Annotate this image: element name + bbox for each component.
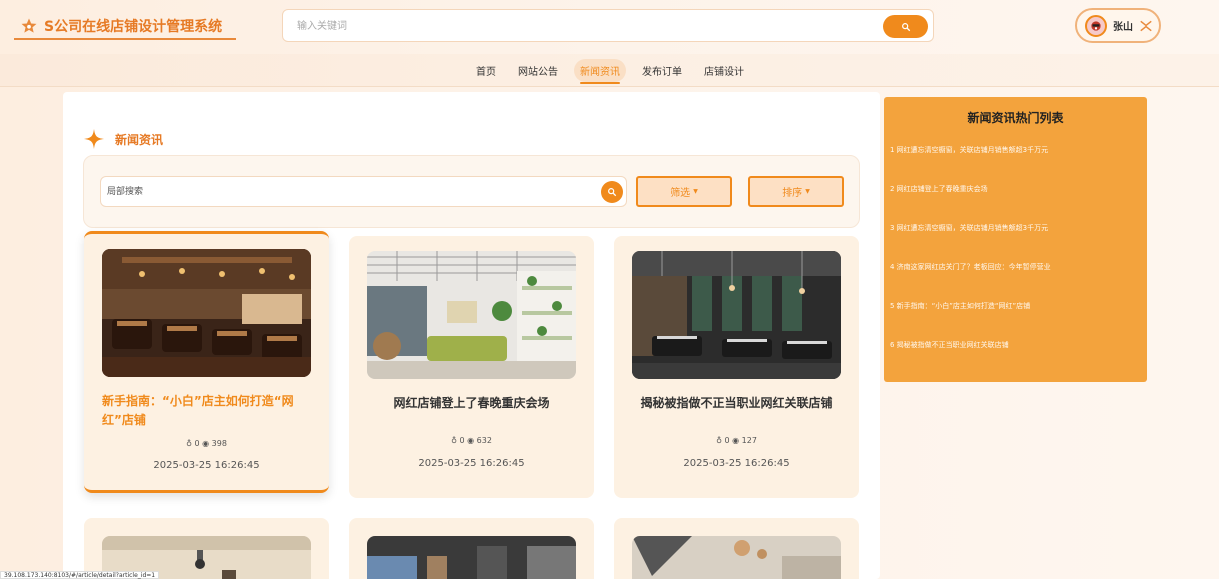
section-header: 新闻资讯 — [83, 128, 163, 150]
thumbs-up-icon[interactable]: ♁ — [716, 436, 722, 445]
nav-item-shop-design[interactable]: 店铺设计 — [698, 59, 750, 82]
hot-news-item[interactable]: 1 网红遭忘清空橱窗，关联店铺月销售额超3千万元 — [890, 145, 1048, 155]
search-icon — [901, 22, 910, 31]
global-search-button[interactable] — [883, 15, 928, 38]
hot-news-sidebar: 新闻资讯热门列表 1 网红遭忘清空橱窗，关联店铺月销售额超3千万元 2 网红店铺… — [884, 97, 1147, 382]
local-search — [100, 176, 627, 207]
filter-bar: 筛选 ▼ 排序 ▼ — [83, 155, 860, 228]
news-stats: ♁ 0 ◉ 127 — [614, 436, 859, 445]
hot-news-item[interactable]: 6 揭秘被指做不正当职业网红关联店铺 — [890, 340, 1009, 350]
hot-news-item[interactable]: 4 济南这家网红店关门了？老板回应：今年暂停营业 — [890, 262, 1051, 272]
thumbs-up-icon[interactable]: ♁ — [451, 436, 457, 445]
view-count: 398 — [211, 439, 227, 448]
news-card[interactable]: 新手指南：“小白”店主如何打造“网红”店铺 ♁ 0 ◉ 398 2025-03-… — [84, 231, 329, 493]
news-image — [367, 536, 576, 579]
sort-label: 排序 — [782, 188, 803, 199]
user-menu[interactable]: 张山 — [1075, 8, 1161, 43]
avatar — [1085, 14, 1107, 37]
header: S公司在线店铺设计管理系统 张山 — [0, 0, 1219, 54]
news-card[interactable]: 揭秘被指做不正当职业网红关联店铺 ♁ 0 ◉ 127 2025-03-25 16… — [614, 236, 859, 498]
hot-news-title: 新闻资讯热门列表 — [967, 111, 1064, 125]
news-card[interactable] — [84, 518, 329, 579]
local-search-input[interactable] — [107, 184, 587, 200]
sort-button[interactable]: 排序 ▼ — [748, 176, 844, 207]
sparkle-icon — [83, 128, 105, 150]
hot-news-item[interactable]: 5 新手指南：“小白”店主如何打造“网红”店铺 — [890, 301, 1030, 311]
search-icon — [608, 188, 617, 197]
news-card[interactable]: 网红店铺登上了春晚重庆会场 ♁ 0 ◉ 632 2025-03-25 16:26… — [349, 236, 594, 498]
hot-news-item[interactable]: 3 网红遭忘清空橱窗，关联店铺月销售额超3千万元 — [890, 223, 1048, 233]
nav-item-orders[interactable]: 发布订单 — [636, 59, 688, 82]
filter-button[interactable]: 筛选 ▼ — [636, 176, 732, 207]
news-stats: ♁ 0 ◉ 398 — [84, 439, 329, 448]
caret-down-icon: ▼ — [693, 188, 698, 195]
section-title: 新闻资讯 — [115, 132, 164, 147]
like-count: 0 — [459, 436, 465, 445]
caret-down-icon: ▼ — [805, 188, 810, 195]
nav-item-announcements[interactable]: 网站公告 — [512, 59, 564, 82]
news-image — [367, 251, 576, 379]
news-panel: 新闻资讯 筛选 ▼ 排序 ▼ — [63, 92, 880, 579]
view-count: 127 — [741, 436, 757, 445]
news-date: 2025-03-25 16:26:45 — [683, 458, 790, 469]
like-count: 0 — [724, 436, 730, 445]
site-title: S公司在线店铺设计管理系统 — [44, 19, 223, 35]
main-nav: 首页 网站公告 新闻资讯 发布订单 店铺设计 — [0, 54, 1219, 87]
news-image — [632, 536, 841, 579]
hot-news-item[interactable]: 2 网红店铺登上了春晚重庆会场 — [890, 184, 988, 194]
like-count: 0 — [194, 439, 200, 448]
collapse-icon[interactable] — [1139, 20, 1153, 32]
news-card[interactable] — [614, 518, 859, 579]
eye-icon: ◉ — [732, 436, 740, 445]
news-title[interactable]: 新手指南：“小白”店主如何打造“网红”店铺 — [102, 392, 311, 430]
nav-item-home[interactable]: 首页 — [470, 59, 502, 82]
news-image — [632, 251, 841, 379]
user-name: 张山 — [1113, 22, 1133, 33]
nav-item-news[interactable]: 新闻资讯 — [574, 59, 626, 84]
star-icon — [20, 17, 38, 35]
eye-icon: ◉ — [467, 436, 475, 445]
news-title[interactable]: 网红店铺登上了春晚重庆会场 — [367, 394, 576, 413]
view-count: 632 — [476, 436, 492, 445]
news-title[interactable]: 揭秘被指做不正当职业网红关联店铺 — [632, 394, 841, 413]
site-logo[interactable]: S公司在线店铺设计管理系统 — [14, 14, 236, 40]
news-card[interactable] — [349, 518, 594, 579]
news-date: 2025-03-25 16:26:45 — [418, 458, 525, 469]
thumbs-up-icon[interactable]: ♁ — [186, 439, 192, 448]
eye-icon: ◉ — [202, 439, 210, 448]
news-image — [102, 249, 311, 377]
news-stats: ♁ 0 ◉ 632 — [349, 436, 594, 445]
news-date: 2025-03-25 16:26:45 — [153, 460, 260, 471]
status-bar-url: 39.108.173.140:8103/#/article/detail?art… — [0, 571, 160, 579]
local-search-button[interactable] — [601, 181, 623, 203]
global-search — [282, 9, 934, 42]
global-search-input[interactable] — [297, 17, 857, 35]
filter-label: 筛选 — [670, 188, 691, 199]
